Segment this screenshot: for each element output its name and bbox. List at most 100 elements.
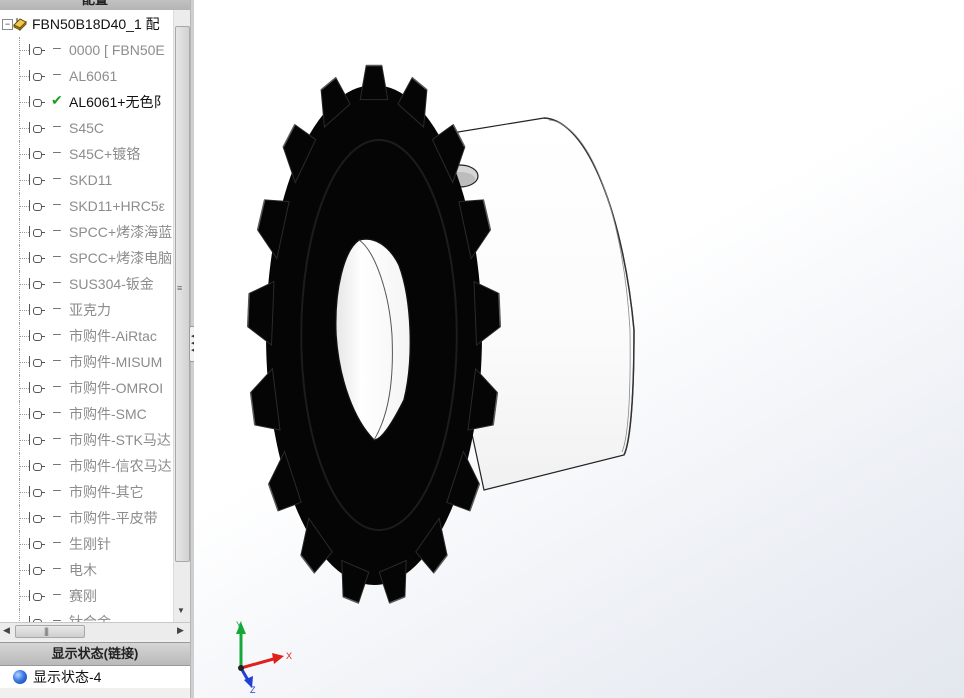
- horizontal-scrollbar[interactable]: ◀ ||| ▶: [0, 622, 190, 640]
- configuration-icon: [29, 148, 45, 160]
- configuration-tree: − FBN50B18D40_1 配 –0000 [ FBN50E – AL6061 ✔…: [0, 10, 173, 622]
- config-item[interactable]: – 市购件-信农马达: [0, 453, 173, 479]
- config-item[interactable]: –0000 [ FBN50E: [0, 37, 173, 63]
- inactive-dash-icon: –: [53, 117, 61, 133]
- tree-connector: [20, 102, 29, 103]
- configuration-icon: [29, 200, 45, 212]
- active-check-icon: ✔: [51, 92, 63, 108]
- config-item-label: 0000 [ FBN50E: [69, 42, 165, 58]
- configuration-icon: [29, 330, 45, 342]
- triad-origin: [238, 665, 244, 671]
- config-item-label: SPCC+烤漆电脑: [69, 250, 173, 266]
- config-item[interactable]: – 钛合金: [0, 609, 173, 622]
- configuration-icon: [29, 512, 45, 524]
- config-item-label: AL6061: [69, 68, 118, 84]
- configuration-icon: [29, 564, 45, 576]
- config-item[interactable]: – 市购件-SMC: [0, 401, 173, 427]
- config-item-label: AL6061+无色阝: [69, 94, 168, 110]
- coordinate-triad: Y X Z: [236, 620, 292, 694]
- inactive-dash-icon: –: [53, 273, 61, 289]
- inactive-dash-icon: –: [53, 533, 61, 549]
- tree-connector: [20, 50, 29, 51]
- configuration-icon: [29, 278, 45, 290]
- inactive-dash-icon: –: [53, 247, 61, 263]
- graphics-viewport[interactable]: Y X Z: [194, 0, 964, 698]
- config-item-label: S45C+镀铬: [69, 146, 141, 162]
- config-item-label: 电木: [69, 562, 97, 578]
- tree-connector: [20, 414, 29, 415]
- inactive-dash-icon: –: [53, 195, 61, 211]
- config-item[interactable]: – 电木: [0, 557, 173, 583]
- scroll-down-arrow-icon[interactable]: ▼: [177, 606, 185, 615]
- scroll-thumb-horizontal[interactable]: |||: [15, 625, 85, 638]
- configuration-icon: [29, 590, 45, 602]
- config-item[interactable]: ✔ AL6061+无色阝: [0, 89, 173, 115]
- inactive-dash-icon: –: [53, 559, 61, 575]
- tree-root-item[interactable]: − FBN50B18D40_1 配: [0, 11, 173, 37]
- part-icon: [13, 18, 27, 31]
- inactive-dash-icon: –: [53, 455, 61, 471]
- configuration-icon: [29, 538, 45, 550]
- configuration-icon: [29, 252, 45, 264]
- inactive-dash-icon: –: [53, 169, 61, 185]
- configuration-icon: [29, 460, 45, 472]
- config-item-label: 市购件-AiRtac: [69, 328, 157, 344]
- config-item[interactable]: – 市购件-其它: [0, 479, 173, 505]
- x-axis-arrow-icon: [272, 653, 284, 664]
- tree-connector: [20, 76, 29, 77]
- config-item-label: 赛刚: [69, 588, 97, 604]
- config-item[interactable]: – 赛刚: [0, 583, 173, 609]
- display-state-item[interactable]: 显示状态-4: [0, 666, 190, 688]
- sprocket-tooth: [359, 65, 389, 101]
- config-item-label: 市购件-MISUM: [69, 354, 163, 370]
- config-item-label: SUS304-钣金: [69, 276, 154, 292]
- config-item[interactable]: – 市购件-STK马达: [0, 427, 173, 453]
- configuration-icon: [29, 486, 45, 498]
- tree-connector: [20, 206, 29, 207]
- inactive-dash-icon: –: [53, 507, 61, 523]
- tree-connector: [20, 128, 29, 129]
- config-item[interactable]: – SKD11+HRC5ε: [0, 193, 173, 219]
- configuration-icon: [29, 122, 45, 134]
- tree-connector: [20, 440, 29, 441]
- y-axis-label: Y: [236, 620, 242, 630]
- config-item[interactable]: – 市购件-OMROI: [0, 375, 173, 401]
- inactive-dash-icon: –: [53, 481, 61, 497]
- config-item[interactable]: – 亚克力: [0, 297, 173, 323]
- config-item[interactable]: – AL6061: [0, 63, 173, 89]
- config-item-label: 市购件-其它: [69, 484, 144, 500]
- config-item[interactable]: – SPCC+烤漆海蓝: [0, 219, 173, 245]
- display-state-icon: [13, 670, 27, 684]
- config-item[interactable]: – S45C: [0, 115, 173, 141]
- config-item[interactable]: – 市购件-MISUM: [0, 349, 173, 375]
- config-item[interactable]: – 生刚针: [0, 531, 173, 557]
- config-item[interactable]: – SPCC+烤漆电脑: [0, 245, 173, 271]
- config-item[interactable]: – S45C+镀铬: [0, 141, 173, 167]
- inactive-dash-icon: –: [53, 39, 61, 55]
- sprocket-model[interactable]: [194, 0, 964, 698]
- scroll-thumb[interactable]: [175, 26, 190, 562]
- scroll-left-arrow-icon[interactable]: ◀: [3, 625, 10, 636]
- tree-connector: [20, 544, 29, 545]
- inactive-dash-icon: –: [53, 143, 61, 159]
- x-axis-label: X: [286, 651, 292, 661]
- config-item[interactable]: – SUS304-钣金: [0, 271, 173, 297]
- z-axis-label: Z: [250, 685, 256, 694]
- config-item[interactable]: – 市购件-平皮带: [0, 505, 173, 531]
- tree-connector: [20, 388, 29, 389]
- vertical-scrollbar[interactable]: ≡ ▼: [173, 10, 190, 622]
- scroll-right-arrow-icon[interactable]: ▶: [177, 625, 184, 636]
- configuration-icon: [29, 304, 45, 316]
- sprocket-tooth: [247, 280, 275, 346]
- inactive-dash-icon: –: [53, 429, 61, 445]
- tree-connector: [20, 570, 29, 571]
- tree-connector: [20, 310, 29, 311]
- grip-icon: |||: [44, 626, 49, 636]
- inactive-dash-icon: –: [53, 351, 61, 367]
- config-item[interactable]: – SKD11: [0, 167, 173, 193]
- tree-connector: [20, 336, 29, 337]
- configuration-icon: [29, 356, 45, 368]
- configuration-icon: [29, 70, 45, 82]
- config-item-label: 市购件-平皮带: [69, 510, 158, 526]
- config-item[interactable]: – 市购件-AiRtac: [0, 323, 173, 349]
